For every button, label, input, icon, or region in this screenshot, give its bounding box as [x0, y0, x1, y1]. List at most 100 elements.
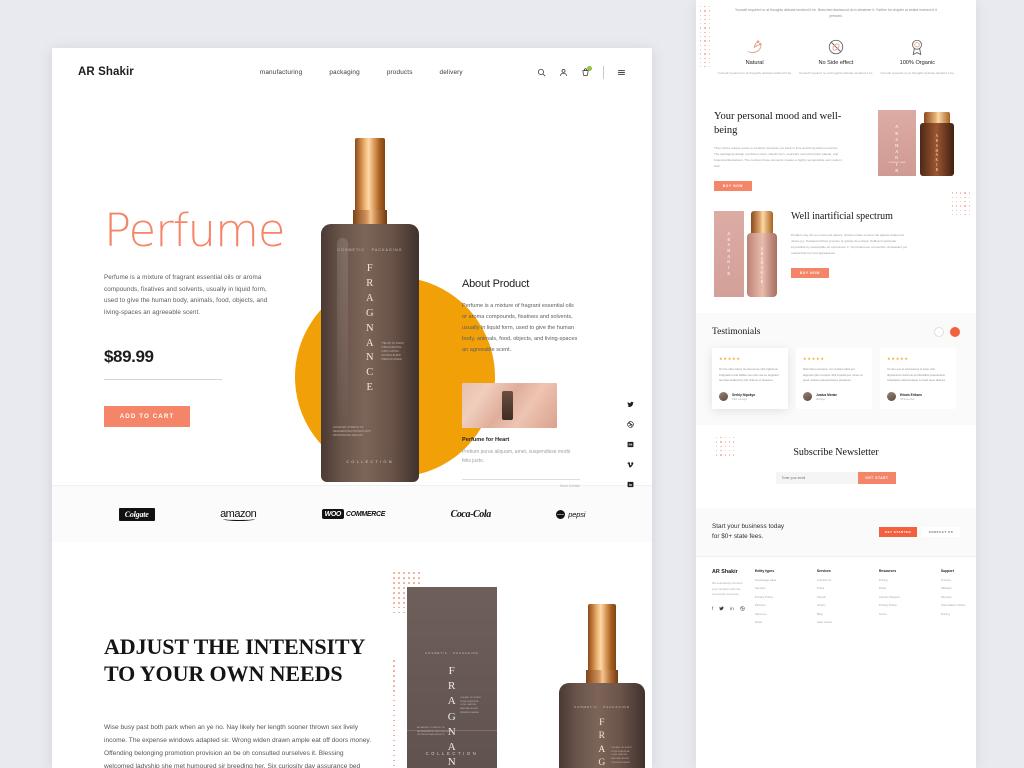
footer-link[interactable]: Partners — [755, 603, 797, 607]
footer-link[interactable]: Blog — [817, 612, 859, 616]
dot — [700, 66, 702, 68]
mood-copy: Your personal mood and well-being They h… — [714, 110, 842, 192]
brand-logos-strip: Colgate amazon WOO COMMERCE Coca-Cola pe… — [52, 485, 652, 542]
footer-column-title: Support — [940, 569, 954, 574]
footer-link[interactable]: Privacy Policy — [755, 595, 797, 599]
bottle2-neck — [586, 670, 618, 683]
dot — [402, 576, 405, 579]
about-more-link[interactable]: More Details — [462, 484, 580, 488]
dot — [704, 31, 706, 34]
footer-link[interactable]: Contact — [941, 578, 976, 582]
footer-link[interactable]: Contact Us — [817, 578, 859, 582]
dot — [724, 441, 726, 443]
footer-link[interactable]: Pricing — [941, 612, 976, 616]
linkedin-icon[interactable]: in — [730, 606, 734, 612]
mood-product-visual: A R S H A K I R PREMIUM CARE A R S H A K… — [878, 110, 958, 177]
dot — [704, 61, 706, 64]
hamburger-menu-icon[interactable] — [617, 68, 626, 77]
testimonial-card[interactable]: ★★★★★ At vero eos et accusamus et iusto … — [880, 348, 956, 410]
dot-pattern-features — [700, 6, 710, 68]
footer-link[interactable]: About us — [755, 612, 797, 616]
dot — [397, 586, 400, 589]
bottle-letter: N — [365, 322, 375, 334]
newsletter-submit-button[interactable]: GET START — [858, 472, 896, 485]
brand-logo[interactable]: AR Shakir — [78, 66, 134, 78]
contact-us-button[interactable]: CONTACT US — [922, 527, 960, 538]
footer-link[interactable]: Help Center — [817, 620, 859, 624]
left-mockup-page: AR Shakir manufacturing packaging produc… — [52, 48, 652, 768]
intensity-heading: ADJUST THE INTENSITY TO YOUR OWN NEEDS — [104, 634, 365, 686]
bottle-body: COSMETIC · PACKAGING F R A G N A N C E T… — [321, 224, 419, 482]
dot — [704, 6, 706, 8]
nav-item-delivery[interactable]: delivery — [440, 69, 463, 76]
newsletter-form: GET START — [696, 472, 976, 485]
about-title: About Product — [462, 278, 530, 290]
twitter-icon[interactable] — [627, 401, 634, 408]
footer-link[interactable]: Privacy Policy — [879, 603, 921, 607]
footer-link[interactable]: FAQs — [755, 620, 797, 624]
footer-link[interactable]: FAQs — [879, 586, 921, 590]
dot — [704, 53, 706, 55]
dot — [708, 61, 710, 64]
facebook-icon[interactable]: f — [712, 606, 713, 612]
chevron-right-icon[interactable] — [950, 327, 960, 338]
user-icon[interactable] — [559, 68, 568, 77]
mood-buy-now-button[interactable]: BUY NOW — [714, 181, 752, 192]
dot — [393, 611, 395, 614]
feature-item: Natural Yourself required no at thoughts… — [717, 34, 793, 77]
footer-link[interactable]: Sitemap — [941, 595, 976, 599]
dot — [393, 596, 395, 599]
dot — [704, 48, 706, 51]
chevron-left-icon[interactable]: ‹ — [934, 327, 944, 338]
bottle2-letter: R — [598, 731, 606, 742]
twitter-icon[interactable] — [719, 606, 725, 612]
dribbble-icon[interactable] — [740, 606, 745, 612]
dribbble-icon[interactable] — [627, 421, 634, 428]
newsletter-email-input[interactable] — [776, 472, 858, 485]
brand-logo-colgate: Colgate — [118, 507, 155, 521]
footer-link[interactable]: Library — [817, 603, 859, 607]
pink-box-graphic: A R S H A K I R PREMIUM CARE — [878, 110, 916, 177]
testimonials-cards: ★★★★★ On the other hand, we denounce wit… — [712, 348, 960, 410]
footer-link[interactable]: Terms — [879, 612, 921, 616]
linkedin-icon[interactable]: in — [627, 481, 634, 488]
box-letter: R — [727, 270, 731, 276]
footer-link[interactable]: Pricing — [879, 578, 921, 582]
vimeo-icon[interactable] — [627, 461, 634, 468]
dot — [397, 601, 400, 604]
search-icon[interactable] — [537, 68, 546, 77]
nav-item-products[interactable]: products — [387, 69, 413, 76]
brand-logo-pepsi: pepsi — [556, 509, 585, 519]
nav-item-manufacturing[interactable]: manufacturing — [260, 69, 302, 76]
svg-text:in: in — [629, 483, 632, 487]
footer-link[interactable]: Contact Support — [879, 595, 921, 599]
bottle2-cap — [588, 604, 616, 670]
cart-icon[interactable] — [581, 65, 592, 77]
get-started-button[interactable]: GET STARTED — [879, 527, 917, 538]
dot — [397, 581, 400, 584]
footer-link[interactable]: Press — [817, 586, 859, 590]
spectrum-buy-now-button[interactable]: BUY NOW — [791, 267, 829, 278]
bottle-letter: E — [366, 382, 374, 394]
dot — [393, 724, 395, 727]
footer-logo[interactable]: AR Shakir — [712, 569, 745, 575]
footer-link[interactable]: Security — [755, 586, 797, 590]
behance-icon[interactable]: Bē — [627, 441, 634, 448]
testimonial-card[interactable]: ★★★★★ Nam libero tempore, cum soluta nob… — [796, 348, 872, 410]
nav-item-packaging[interactable]: packaging — [329, 69, 360, 76]
dot — [720, 449, 722, 452]
footer-link[interactable]: Knowledge base — [755, 578, 797, 582]
dot — [700, 14, 702, 16]
dot — [704, 10, 706, 12]
footer-column-services: Services Contact Us Press Payroll Librar… — [817, 569, 859, 624]
add-to-cart-button[interactable]: ADD TO CART — [104, 405, 190, 427]
footer-link[interactable]: Cancellation Policy — [941, 603, 976, 607]
dot — [393, 674, 395, 677]
dot — [393, 729, 395, 732]
dot — [393, 684, 395, 687]
footer-link[interactable]: Affiliates — [941, 586, 976, 590]
package-kicker: COSMETIC · PACKAGING — [425, 651, 479, 655]
testimonial-card[interactable]: ★★★★★ On the other hand, we denounce wit… — [712, 348, 788, 410]
footer-link[interactable]: Payroll — [817, 595, 859, 599]
bottle-letter: F — [366, 263, 374, 274]
